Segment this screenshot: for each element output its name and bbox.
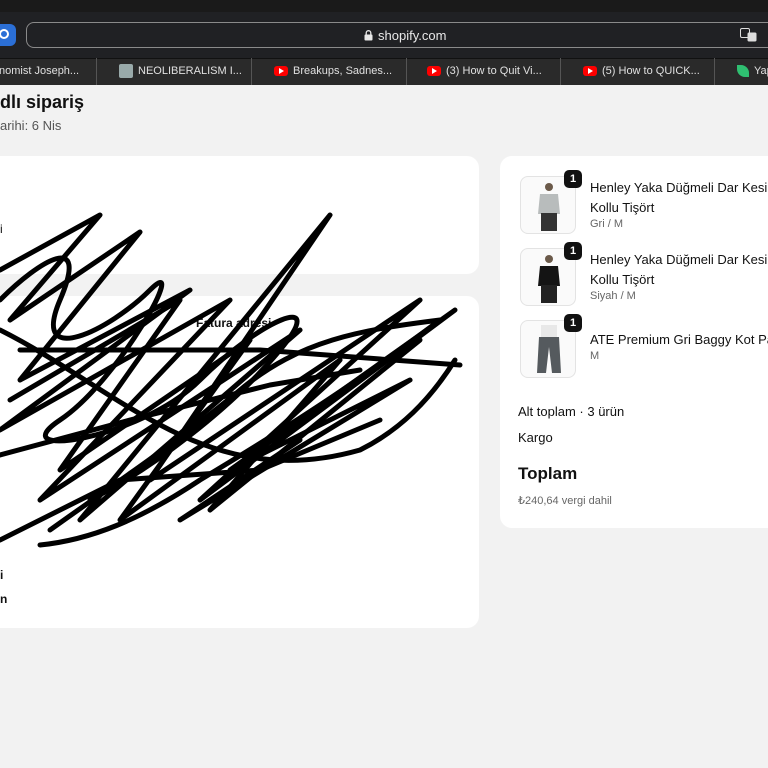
- tab-label: (5) How to QUICK...: [602, 65, 700, 77]
- product-variant: Gri / M: [590, 218, 623, 230]
- lock-icon: [364, 30, 373, 41]
- product-name: Henley Yaka Düğmeli Dar Kesim Kollu Tişör…: [590, 180, 768, 215]
- tab-5[interactable]: (5) How to QUICK...: [560, 58, 714, 85]
- shipping-label: Kargo: [518, 430, 553, 445]
- line-item[interactable]: 1 Henley Yaka Düğmeli Dar Kesim Kollu Tiş…: [518, 170, 768, 238]
- quantity-badge: 1: [564, 170, 582, 188]
- quantity-badge: 1: [564, 314, 582, 332]
- tax-note: ₺240,64 vergi dahil: [518, 495, 612, 507]
- tab-label: Yap: [754, 65, 768, 77]
- youtube-icon: [427, 66, 441, 77]
- youtube-icon: [583, 66, 597, 77]
- tab-label: Breakups, Sadnes...: [293, 65, 393, 77]
- tab-4[interactable]: (3) How to Quit Vi...: [406, 58, 560, 85]
- product-name: Henley Yaka Düğmeli Dar Kesim Kollu Tişör…: [590, 252, 768, 287]
- translate-icon[interactable]: [740, 28, 758, 42]
- tab-label: (3) How to Quit Vi...: [446, 65, 542, 77]
- address-card: [0, 296, 479, 628]
- tab-2[interactable]: NEOLIBERALISM I...: [96, 58, 251, 85]
- total-label: Toplam: [518, 464, 578, 483]
- product-variant: M: [590, 350, 600, 362]
- quantity-badge: 1: [564, 242, 582, 260]
- order-date: arihi: 6 Nis: [0, 118, 62, 133]
- youtube-icon: [274, 66, 288, 77]
- order-status-card: [0, 156, 479, 274]
- browser-top-bar: [0, 0, 768, 12]
- leaf-icon: [737, 65, 749, 78]
- product-name: ATE Premium Gri Baggy Kot Pa: [590, 332, 768, 347]
- redacted-fragment: n: [0, 592, 8, 606]
- extension-icon[interactable]: [0, 24, 16, 46]
- tab-3[interactable]: Breakups, Sadnes...: [251, 58, 406, 85]
- product-variant: Siyah / M: [590, 290, 636, 302]
- page-title: dlı sipariş: [0, 92, 85, 112]
- subtotal-label: Alt toplam · 3 ürün: [518, 404, 625, 419]
- url-text: shopify.com: [378, 28, 447, 43]
- thumbnail-icon: [119, 64, 133, 79]
- tab-label: nomist Joseph...: [0, 65, 80, 77]
- tab-label: NEOLIBERALISM I...: [138, 65, 242, 77]
- billing-address-heading: Fatura adresi: [196, 316, 272, 330]
- redacted-fragment: i: [0, 568, 4, 582]
- redacted-fragment: i: [0, 222, 3, 236]
- line-item[interactable]: 1 ATE Premium Gri Baggy Kot Pa M: [518, 314, 768, 382]
- tab-6[interactable]: Yap: [714, 58, 768, 85]
- line-item[interactable]: 1 Henley Yaka Düğmeli Dar Kesim Kollu Tiş…: [518, 242, 768, 310]
- tab-1[interactable]: nomist Joseph...: [0, 58, 96, 85]
